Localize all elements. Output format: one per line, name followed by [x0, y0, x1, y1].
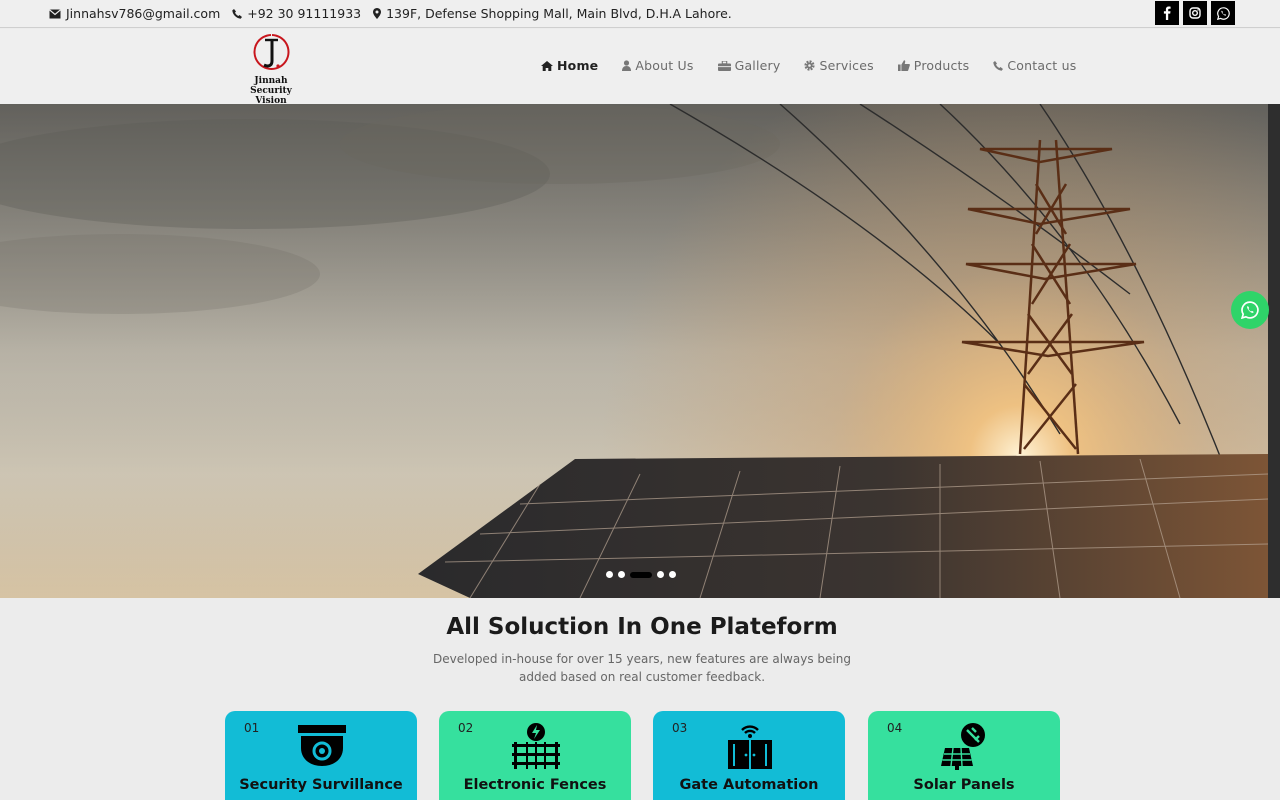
nav-item-home[interactable]: Home	[541, 58, 598, 73]
contact-info: Jinnahsv786@gmail.com +92 30 91111933 13…	[49, 6, 744, 21]
slider-dot-5[interactable]	[669, 571, 676, 578]
main-nav: Home About Us Gallery Services Products …	[541, 58, 1100, 73]
nav-item-gallery[interactable]: Gallery	[717, 58, 781, 73]
whatsapp-float-button[interactable]	[1231, 291, 1269, 329]
slider-dot-2[interactable]	[618, 571, 625, 578]
service-card-gate[interactable]: 03 Gate Automation	[653, 711, 845, 800]
whatsapp-icon	[1241, 301, 1259, 319]
thumbs-up-icon	[897, 60, 910, 71]
whatsapp-icon	[1216, 6, 1230, 20]
slider-dot-1[interactable]	[606, 571, 613, 578]
section-subtitle: Developed in-house for over 15 years, ne…	[433, 652, 851, 684]
phone-contact[interactable]: +92 30 91111933	[232, 6, 361, 21]
card-title: Gate Automation	[679, 777, 819, 793]
hero-edge-shadow	[1268, 104, 1280, 598]
nav-label-gallery: Gallery	[734, 58, 781, 73]
nav-item-about[interactable]: About Us	[622, 58, 693, 73]
electric-fence-icon	[510, 723, 562, 769]
logo-line1: Jinnah Security	[250, 76, 292, 96]
nav-item-contact[interactable]: Contact us	[993, 58, 1076, 73]
logo-emblem	[253, 34, 290, 70]
facebook-button[interactable]	[1155, 1, 1179, 25]
hero-image	[0, 104, 1268, 598]
card-number: 04	[887, 721, 903, 735]
home-icon	[541, 60, 553, 71]
card-number: 02	[458, 721, 474, 735]
card-number: 01	[244, 721, 260, 735]
facebook-icon	[1163, 6, 1171, 20]
nav-label-home: Home	[557, 58, 599, 73]
automatic-gate-icon	[724, 723, 776, 769]
whatsapp-button[interactable]	[1211, 1, 1235, 25]
slider-dot-3[interactable]	[630, 571, 652, 578]
envelope-icon	[49, 8, 61, 18]
service-card-solar[interactable]: 04 Solar Panels	[868, 711, 1060, 800]
phone-text: +92 30 91111933	[247, 6, 362, 21]
card-title: Security Survillance	[239, 777, 403, 793]
instagram-icon	[1189, 7, 1201, 19]
service-card-fences[interactable]: 02 Electronic Fences	[439, 711, 631, 800]
cctv-camera-icon	[296, 723, 348, 769]
briefcase-icon	[717, 60, 731, 71]
address-contact: 139F, Defense Shopping Mall, Main Blvd, …	[373, 6, 732, 21]
nav-label-about: About Us	[635, 58, 694, 73]
nav-label-contact: Contact us	[1007, 58, 1077, 73]
social-links	[1151, 1, 1235, 25]
nav-item-products[interactable]: Products	[897, 58, 970, 73]
nav-item-services[interactable]: Services	[804, 58, 874, 73]
map-marker-icon	[373, 8, 382, 19]
nav-label-services: Services	[819, 58, 874, 73]
site-logo[interactable]: Jinnah Security Vision	[235, 32, 307, 106]
instagram-button[interactable]	[1183, 1, 1207, 25]
user-icon	[622, 60, 632, 71]
site-header: Jinnah Security Vision Home About Us Gal…	[0, 29, 1280, 106]
service-card-security[interactable]: 01 Security Survillance	[225, 711, 417, 800]
hero-slider[interactable]	[0, 104, 1268, 598]
gear-icon	[804, 60, 816, 71]
slider-dot-4[interactable]	[657, 571, 664, 578]
phone-icon	[993, 60, 1004, 71]
phone-icon	[232, 8, 243, 19]
address-text: 139F, Defense Shopping Mall, Main Blvd, …	[386, 6, 732, 21]
nav-label-products: Products	[913, 58, 970, 73]
top-info-bar: Jinnahsv786@gmail.com +92 30 91111933 13…	[0, 0, 1280, 28]
email-text: Jinnahsv786@gmail.com	[66, 6, 221, 21]
card-title: Electronic Fences	[463, 777, 607, 793]
section-title: All Soluction In One Plateform	[446, 614, 838, 640]
email-contact[interactable]: Jinnahsv786@gmail.com	[49, 6, 220, 21]
card-number: 03	[672, 721, 688, 735]
slider-pagination	[606, 571, 681, 578]
card-title: Solar Panels	[913, 777, 1015, 793]
solar-panel-icon	[939, 723, 991, 770]
